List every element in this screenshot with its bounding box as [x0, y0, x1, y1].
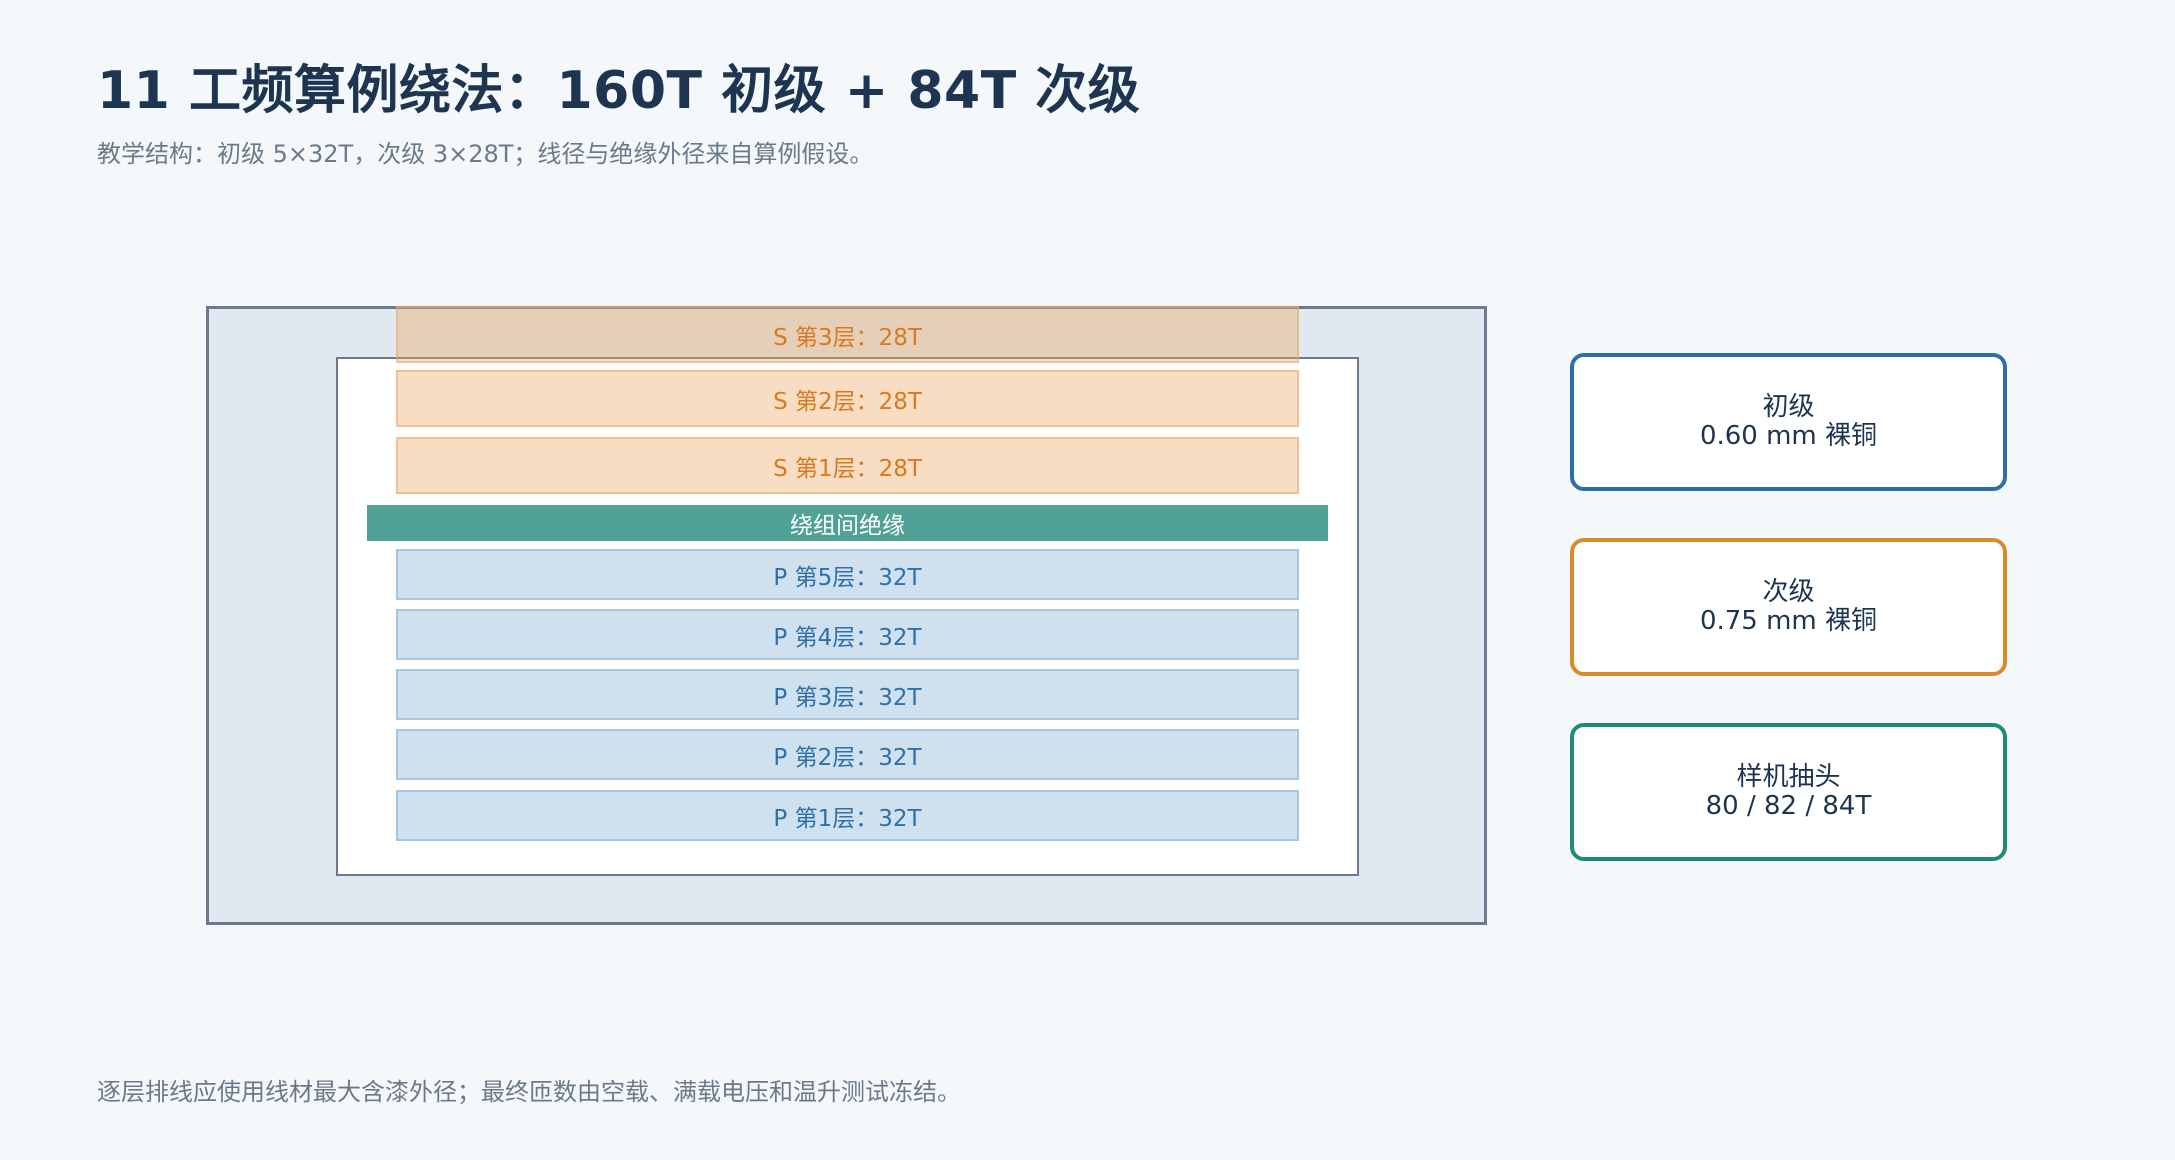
footer-note: 逐层排线应使用线材最大含漆外径；最终匝数由空载、满载电压和温升测试冻结。 — [97, 1078, 961, 1106]
card-value: 0.60 mm 裸铜 — [1699, 421, 1878, 451]
primary-layer-3: P 第3层：32T — [396, 669, 1299, 720]
primary-layer-5: P 第5层：32T — [396, 549, 1299, 600]
primary-layer-2: P 第2层：32T — [396, 729, 1299, 780]
card-title: 初级 — [1762, 392, 1815, 422]
page-title: 11 工频算例绕法：160T 初级 + 84T 次级 — [97, 61, 1141, 121]
card-value: 0.75 mm 裸铜 — [1699, 606, 1878, 636]
secondary-layer-2: S 第2层：28T — [396, 370, 1299, 427]
secondary-layer-3: S 第3层：28T — [396, 306, 1299, 363]
card-value: 80 / 82 / 84T — [1705, 791, 1872, 821]
primary-layer-4: P 第4层：32T — [396, 609, 1299, 660]
card-title: 样机抽头 — [1736, 762, 1841, 792]
interwinding-insulation: 绕组间绝缘 — [367, 505, 1328, 541]
primary-wire-card: 初级 0.60 mm 裸铜 — [1570, 353, 2007, 491]
card-title: 次级 — [1762, 577, 1815, 607]
page-subtitle: 教学结构：初级 5×32T，次级 3×28T；线径与绝缘外径来自算例假设。 — [97, 140, 874, 168]
prototype-tap-card: 样机抽头 80 / 82 / 84T — [1570, 723, 2007, 861]
primary-layer-1: P 第1层：32T — [396, 790, 1299, 841]
secondary-wire-card: 次级 0.75 mm 裸铜 — [1570, 538, 2007, 676]
secondary-layer-1: S 第1层：28T — [396, 437, 1299, 494]
